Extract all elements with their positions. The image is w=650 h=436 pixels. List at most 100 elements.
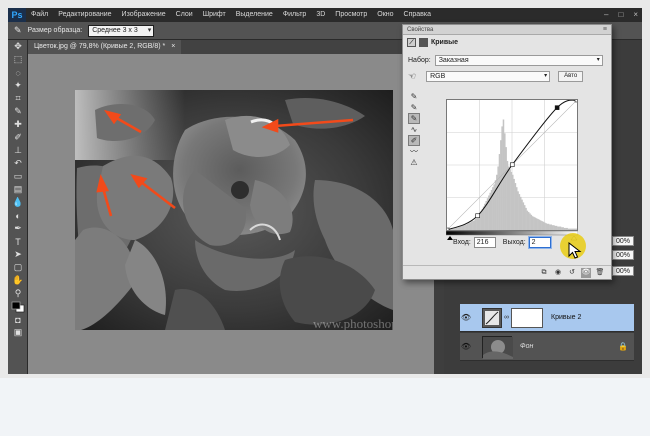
move-tool-icon[interactable]: ✥: [8, 40, 28, 53]
eyedropper-icon[interactable]: ✎: [14, 25, 22, 36]
close-window-button[interactable]: ×: [633, 8, 638, 22]
document-tab[interactable]: Цветок.jpg @ 79,8% (Кривые 2, RGB/8) * ×: [28, 40, 182, 54]
menu-edit[interactable]: Редактирование: [53, 8, 116, 22]
link-icon: ∞: [504, 314, 509, 321]
healing-tool-icon[interactable]: ✚: [8, 118, 28, 131]
properties-title-bar[interactable]: Свойства ≡: [403, 25, 611, 35]
menu-view[interactable]: Просмотр: [330, 8, 372, 22]
histogram-bar: [559, 226, 562, 230]
histogram-bar: [563, 227, 566, 230]
blur-tool-icon[interactable]: 💧: [8, 196, 28, 209]
gradient-tool-icon[interactable]: ▤: [8, 183, 28, 196]
histogram-bar: [523, 205, 526, 230]
menu-3d[interactable]: 3D: [311, 8, 330, 22]
histogram-bar: [456, 227, 458, 230]
histogram-bar: [474, 218, 477, 230]
histogram-bar: [562, 227, 564, 230]
eyedropper-tool-icon[interactable]: ✎: [8, 105, 28, 118]
histogram-bar: [470, 221, 473, 230]
eye-icon[interactable]: 👁: [460, 342, 472, 351]
shape-tool-icon[interactable]: ▢: [8, 261, 28, 274]
channel-select[interactable]: RGB: [426, 70, 551, 82]
lasso-tool-icon[interactable]: ◌: [8, 66, 28, 79]
menu-window[interactable]: Окно: [372, 8, 398, 22]
history-brush-tool-icon[interactable]: ↶: [8, 157, 28, 170]
smooth-curve-icon[interactable]: 〰: [408, 146, 420, 157]
histogram-bar: [546, 223, 549, 230]
histogram-bar: [571, 228, 574, 230]
delete-adjustment-icon[interactable]: 🗑: [595, 268, 605, 278]
percent-field-2[interactable]: 00%: [612, 250, 634, 260]
clipping-warning-icon[interactable]: ⚠: [408, 157, 420, 168]
maximize-button[interactable]: □: [618, 8, 623, 22]
histogram-bar: [531, 216, 534, 230]
marquee-tool-icon[interactable]: ⬚: [8, 53, 28, 66]
menu-image[interactable]: Изображение: [117, 8, 171, 22]
percent-field-1[interactable]: 00%: [612, 236, 634, 246]
zoom-tool-icon[interactable]: ⚲: [8, 287, 28, 300]
menu-help[interactable]: Справка: [399, 8, 436, 22]
path-select-tool-icon[interactable]: ➤: [8, 248, 28, 261]
menu-select[interactable]: Выделение: [231, 8, 278, 22]
output-field[interactable]: 2: [528, 237, 551, 248]
target-adjust-icon[interactable]: ☜: [408, 71, 416, 82]
histogram-bar: [464, 224, 466, 230]
histogram-bar: [509, 169, 511, 230]
histogram-bar: [567, 228, 570, 230]
hand-tool-icon[interactable]: ✋: [8, 274, 28, 287]
sample-black-eyedropper-icon[interactable]: ✎: [408, 91, 420, 102]
curves-graph[interactable]: [446, 99, 578, 231]
edit-points-icon[interactable]: ∿: [408, 124, 420, 135]
visibility-icon[interactable]: 👁: [581, 267, 591, 278]
sample-white-eyedropper-icon[interactable]: ✎: [408, 113, 420, 124]
layer-mask-thumbnail[interactable]: [511, 307, 543, 328]
eye-icon[interactable]: 👁: [460, 313, 472, 322]
histogram-bar: [543, 222, 546, 230]
histogram-bar: [530, 214, 533, 230]
color-swatches-icon[interactable]: [8, 300, 28, 313]
menu-type[interactable]: Шрифт: [198, 8, 231, 22]
histogram-bar: [550, 224, 552, 230]
sample-size-label: Размер образца:: [27, 27, 83, 34]
clone-stamp-tool-icon[interactable]: ⊥: [8, 144, 28, 157]
histogram-bar: [527, 212, 530, 230]
canvas-area[interactable]: www.photoshop-master.ru: [28, 54, 434, 374]
preset-select[interactable]: Заказная: [434, 54, 603, 66]
histogram-bar: [468, 223, 470, 230]
reset-icon[interactable]: ↺: [567, 268, 577, 278]
histogram-bar: [518, 194, 521, 230]
type-tool-icon[interactable]: T: [8, 235, 28, 248]
curves-header: ⟋ Кривые: [403, 35, 611, 49]
sample-gray-eyedropper-icon[interactable]: ✎: [408, 102, 420, 113]
close-tab-icon[interactable]: ×: [171, 43, 175, 50]
pen-tool-icon[interactable]: ✒: [8, 222, 28, 235]
crop-tool-icon[interactable]: ⌗: [8, 92, 28, 105]
sample-size-select[interactable]: Среднее 3 х 3: [88, 24, 155, 37]
menu-filter[interactable]: Фильтр: [278, 8, 312, 22]
histogram-bar: [458, 226, 461, 230]
draw-curve-icon[interactable]: ✐: [408, 135, 420, 146]
screen-mode-icon[interactable]: ▣: [8, 326, 28, 339]
menu-file[interactable]: Файл: [26, 8, 53, 22]
histogram-bar: [497, 166, 499, 230]
layer-row-curves[interactable]: 👁 ∞ Кривые 2: [460, 304, 634, 332]
layer-row-background[interactable]: 👁 Фон 🔒: [460, 333, 634, 361]
minimize-button[interactable]: –: [604, 8, 608, 22]
eraser-tool-icon[interactable]: ▭: [8, 170, 28, 183]
quick-select-tool-icon[interactable]: ✦: [8, 79, 28, 92]
view-previous-icon[interactable]: ◉: [553, 268, 563, 278]
dodge-tool-icon[interactable]: ◐: [8, 209, 28, 222]
brush-tool-icon[interactable]: ✐: [8, 131, 28, 144]
percent-field-3[interactable]: 00%: [612, 266, 634, 276]
histogram-bar: [504, 133, 506, 230]
menu-layers[interactable]: Слои: [171, 8, 198, 22]
input-field[interactable]: 216: [473, 237, 496, 248]
histogram-bar: [521, 199, 523, 230]
histogram-bar: [473, 220, 476, 230]
auto-button[interactable]: Авто: [558, 70, 584, 82]
mask-icon[interactable]: [419, 37, 428, 47]
panel-menu-icon[interactable]: ≡: [603, 25, 607, 35]
histogram-bar: [541, 221, 543, 230]
clip-to-layer-icon[interactable]: ⧉: [539, 268, 549, 278]
quick-mask-icon[interactable]: ◘: [8, 313, 28, 326]
